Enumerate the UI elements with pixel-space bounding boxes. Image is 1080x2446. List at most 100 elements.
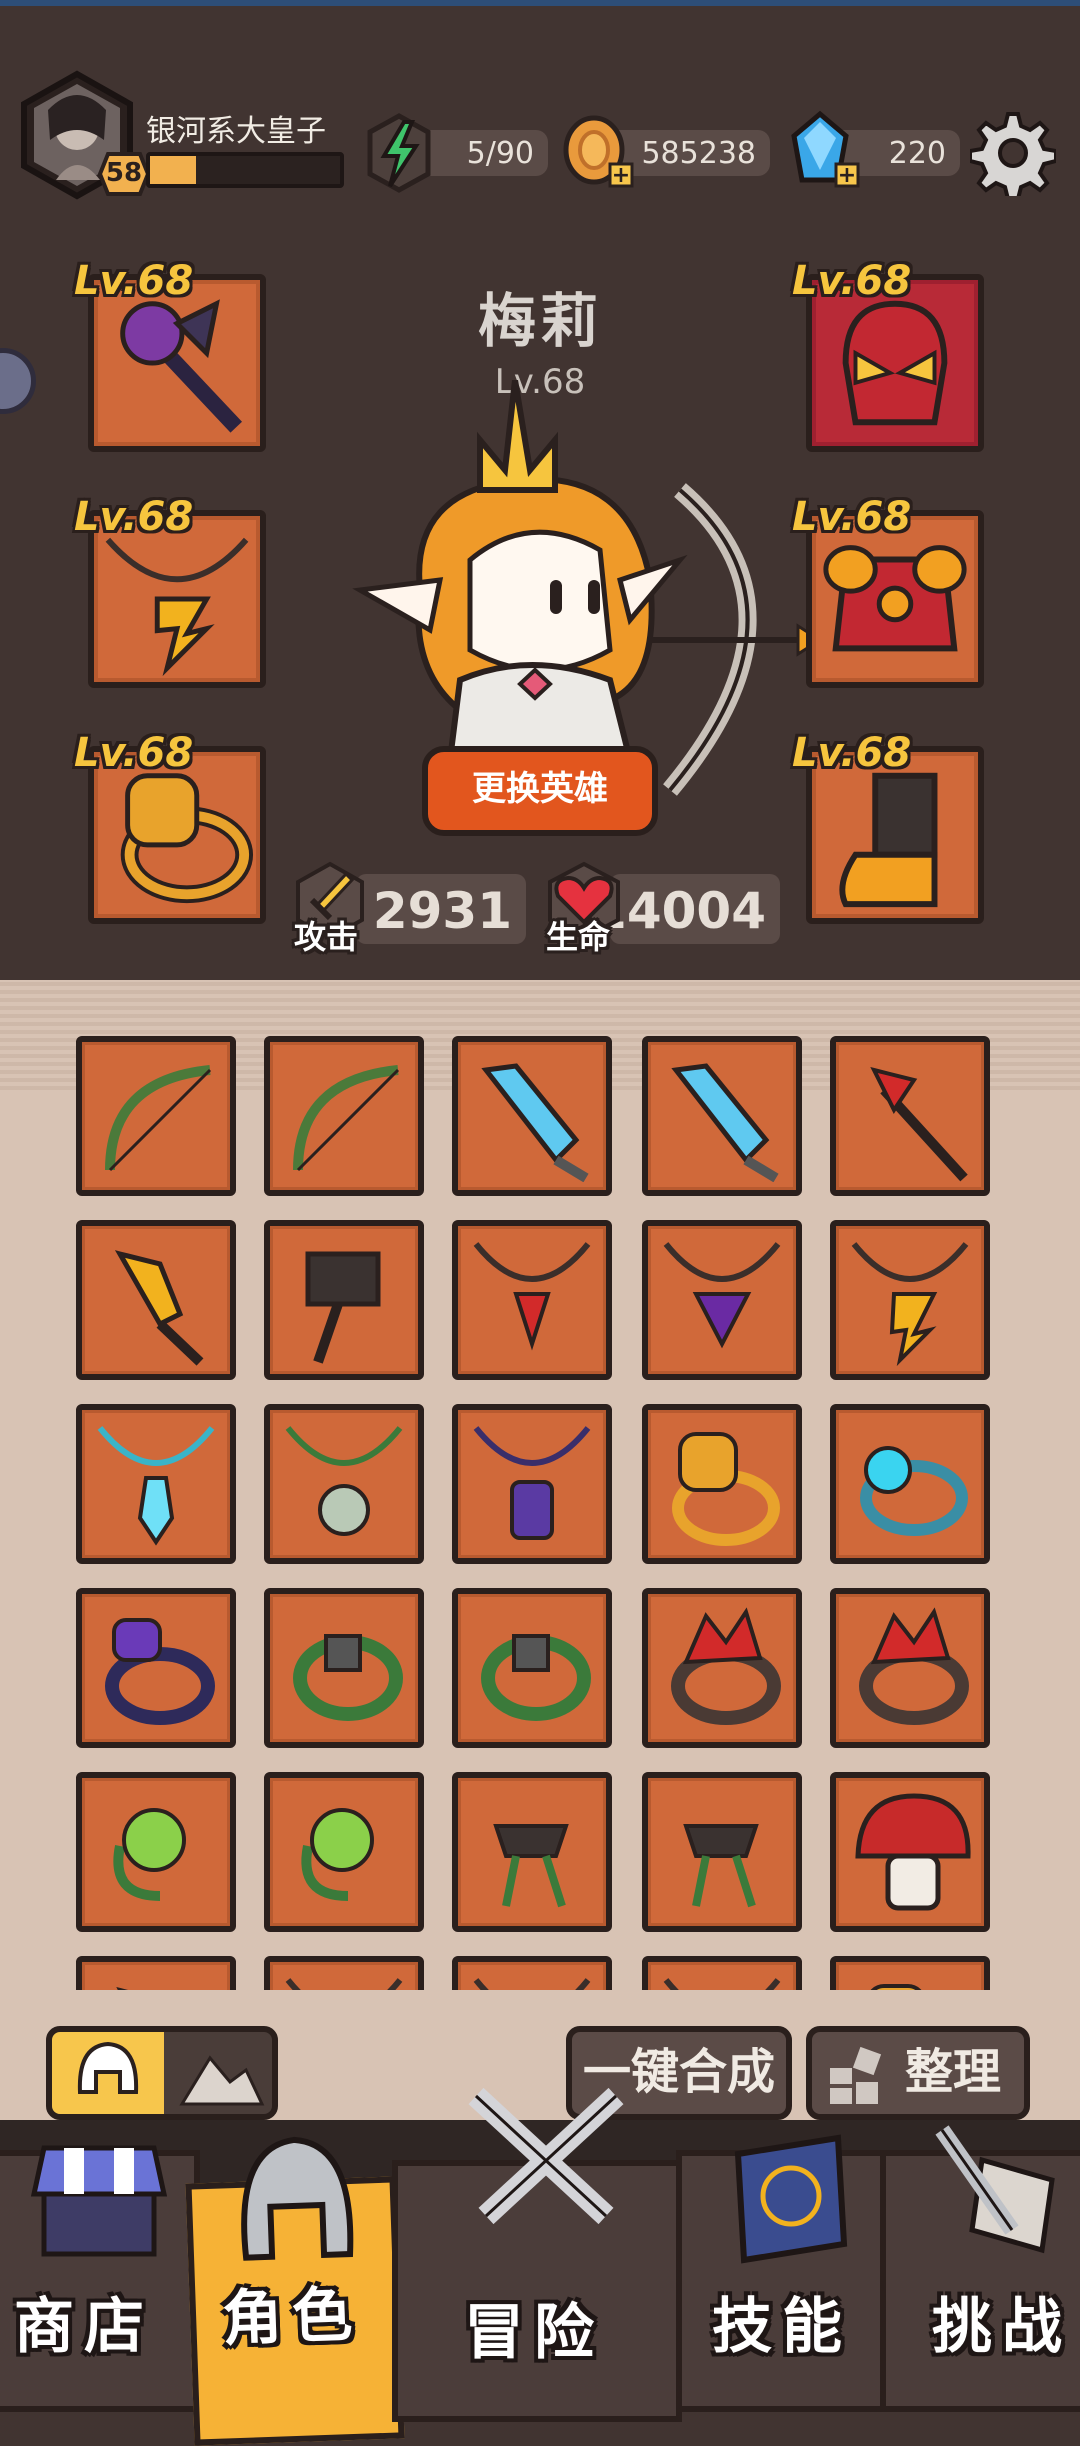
bow-icon — [293, 1065, 400, 1172]
inventory-item-boots-vine[interactable] — [642, 1772, 802, 1932]
nav-adventure-label: 冒险 — [464, 2298, 604, 2368]
view-toggle[interactable] — [46, 2026, 278, 2120]
svg-text:+: + — [612, 163, 630, 188]
toggle-equipment-tab[interactable] — [52, 2032, 164, 2114]
coin-icon[interactable]: + — [558, 112, 638, 194]
side-bubble-button[interactable] — [0, 348, 36, 414]
inventory-item-staff[interactable] — [76, 1956, 236, 1990]
necklace-icon — [473, 1242, 591, 1351]
armor-icon — [823, 545, 967, 652]
nav-challenge-label: 挑战 — [932, 2292, 1072, 2362]
nav-tab-skills[interactable]: 技能 — [676, 2134, 886, 2412]
shop-icon — [30, 2145, 168, 2257]
necklace-icon — [285, 1978, 403, 1990]
armor-level: Lv.68 — [792, 494, 912, 540]
hammer-icon — [305, 1251, 381, 1364]
inventory-item-ring-blue[interactable] — [830, 1404, 990, 1564]
attack-stat-box: 2931 — [356, 874, 526, 944]
nav-tab-challenge[interactable]: 挑战 — [880, 2125, 1080, 2412]
nav-skills-label: 技能 — [712, 2292, 852, 2362]
ring-thorn-icon — [113, 1808, 186, 1901]
staff-icon — [116, 1987, 129, 1990]
boots-icon — [839, 772, 938, 908]
inventory-item-mushroom[interactable] — [830, 1772, 990, 1932]
inventory-item-ring-gold[interactable] — [830, 1956, 990, 1990]
inventory-panel[interactable] — [0, 980, 1080, 1990]
svg-text:+: + — [838, 163, 856, 188]
inventory-item-ring-gold[interactable] — [642, 1404, 802, 1564]
necklace-skull-icon — [285, 1426, 403, 1536]
attack-label: 攻击 — [294, 918, 359, 956]
inventory-item-hammer[interactable] — [264, 1220, 424, 1380]
nav-tab-character[interactable]: 角色 — [185, 2136, 405, 2446]
necklace-icon — [473, 1978, 591, 1990]
staff-icon — [870, 1067, 968, 1182]
ring-icon — [120, 773, 254, 904]
inventory-item-necklace-skull[interactable] — [264, 1404, 424, 1564]
ring-purple-icon — [105, 1618, 215, 1725]
energy-value: 5/90 — [466, 136, 534, 171]
player-level: 58 — [105, 158, 143, 188]
attack-value: 2931 — [372, 882, 512, 940]
inventory-item-staff[interactable] — [830, 1036, 990, 1196]
nav-tab-shop[interactable]: 商店 — [0, 2145, 200, 2412]
change-hero-button[interactable]: 更换英雄 — [422, 746, 658, 836]
xp-bar — [146, 152, 344, 188]
inventory-item-ring-vine[interactable] — [264, 1588, 424, 1748]
necklace-gold-icon — [851, 1242, 969, 1366]
mushroom-icon — [855, 1793, 971, 1911]
sort-button[interactable]: 整理 — [806, 2026, 1030, 2120]
crossed-swords-icon — [468, 2087, 624, 2225]
nav-tab-adventure[interactable]: 冒险 — [392, 2087, 682, 2422]
inventory-item-ring-purple[interactable] — [76, 1588, 236, 1748]
necklace-icon — [663, 1978, 781, 1990]
sort-icon — [830, 2046, 882, 2104]
boots-level: Lv.68 — [792, 730, 912, 776]
inventory-item-necklace[interactable] — [452, 1956, 612, 1990]
ring-fire-icon — [671, 1607, 781, 1725]
inventory-item-necklace[interactable] — [264, 1956, 424, 1990]
challenge-sword-icon — [935, 2125, 1055, 2254]
inventory-item-necklace-lamp[interactable] — [452, 1404, 612, 1564]
player-name: 银河系大皇子 — [146, 114, 326, 149]
inventory-item-sword[interactable] — [642, 1036, 802, 1196]
gem-value: 220 — [888, 136, 946, 171]
boots-vine-icon — [683, 1824, 759, 1908]
ring-thorn-icon — [301, 1808, 374, 1901]
hp-label: 生命 — [546, 918, 611, 956]
inventory-item-ring-thorn[interactable] — [264, 1772, 424, 1932]
inventory-item-boots-vine[interactable] — [452, 1772, 612, 1932]
ring-blue-icon — [860, 1446, 968, 1536]
ring-level: Lv.68 — [74, 730, 194, 776]
inventory-item-necklace-blue[interactable] — [76, 1404, 236, 1564]
ring-vine-icon — [293, 1634, 403, 1721]
sort-label: 整理 — [904, 2044, 1001, 2100]
gem-icon[interactable]: + — [784, 110, 864, 194]
inventory-item-ring-vine[interactable] — [452, 1588, 612, 1748]
inventory-item-dagger[interactable] — [76, 1220, 236, 1380]
inventory-item-bow[interactable] — [264, 1036, 424, 1196]
inventory-item-sword[interactable] — [452, 1036, 612, 1196]
inventory-item-ring-fire[interactable] — [642, 1588, 802, 1748]
staff-icon — [120, 299, 243, 433]
necklace-lamp-icon — [473, 1426, 591, 1540]
hero-name: 梅莉 — [477, 287, 602, 355]
settings-gear-icon[interactable] — [970, 110, 1056, 196]
bow-icon — [105, 1065, 212, 1172]
helmet-level: Lv.68 — [792, 258, 912, 304]
inventory-item-necklace-purple[interactable] — [642, 1220, 802, 1380]
necklace-blue-icon — [97, 1426, 215, 1546]
inventory-item-ring-fire[interactable] — [830, 1588, 990, 1748]
inventory-item-necklace-gold[interactable] — [830, 1220, 990, 1380]
ring-gold-icon — [672, 1432, 780, 1546]
ring-fire-icon — [859, 1607, 969, 1725]
inventory-item-ring-thorn[interactable] — [76, 1772, 236, 1932]
inventory-item-necklace[interactable] — [452, 1220, 612, 1380]
material-filter-icon[interactable] — [170, 2038, 270, 2118]
helmet-filter-icon — [77, 2041, 139, 2094]
inventory-item-necklace[interactable] — [642, 1956, 802, 1990]
skill-book-icon — [734, 2134, 848, 2264]
top-status-line — [0, 0, 1080, 6]
inventory-item-bow[interactable] — [76, 1036, 236, 1196]
nav-character-label: 角色 — [221, 2279, 364, 2355]
